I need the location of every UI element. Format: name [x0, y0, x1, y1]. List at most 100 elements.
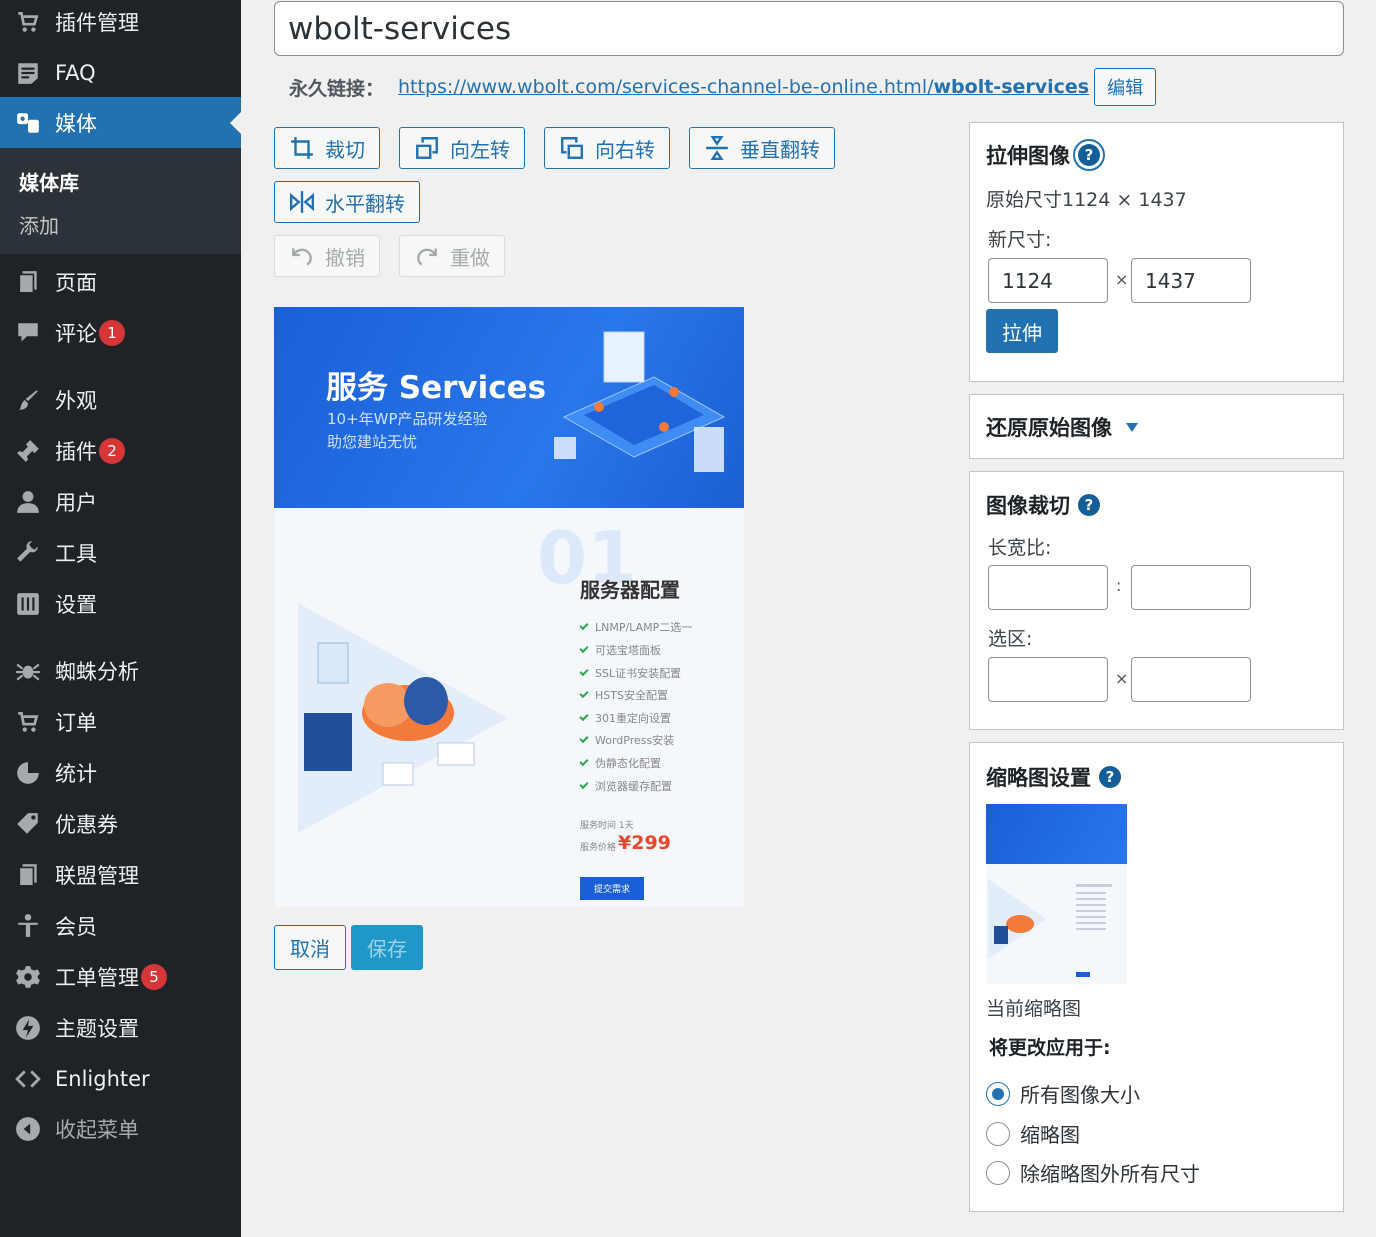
permalink-link[interactable]: https://www.wbolt.com/services-channel-b…: [398, 76, 1089, 98]
thumbnail-illustration: [988, 879, 1112, 977]
radio-button[interactable]: [986, 1121, 1010, 1146]
menu-enlighter[interactable]: Enlighter: [0, 1053, 241, 1104]
gear-icon: [14, 963, 42, 991]
permalink-row: 永久链接： https://www.wbolt.com/services-cha…: [289, 68, 1157, 106]
menu-plugin-management[interactable]: 插件管理: [0, 0, 241, 47]
radio-label: 缩略图: [1020, 1123, 1080, 1147]
help-icon[interactable]: ?: [1078, 494, 1100, 516]
save-button[interactable]: 保存: [351, 925, 423, 970]
menu-plugins[interactable]: 插件 2: [0, 425, 241, 476]
radio-button[interactable]: [986, 1160, 1010, 1185]
radio-label: 除缩略图外所有尺寸: [1020, 1162, 1200, 1186]
menu-label: 会员: [55, 914, 97, 939]
help-icon[interactable]: ?: [1099, 766, 1121, 788]
undo-icon: [292, 248, 312, 266]
cloud-server-illustration: [298, 603, 508, 833]
radio-button-selected[interactable]: [986, 1081, 1010, 1106]
restore-image-panel[interactable]: 还原原始图像: [969, 394, 1344, 459]
cart-icon: [14, 708, 42, 736]
submenu-media-library[interactable]: 媒体库: [19, 167, 79, 196]
preview-banner: 服务 Services 10+年WP产品研发经验 助您建站无忧: [274, 307, 744, 508]
menu-label: 联盟管理: [55, 863, 139, 888]
image-preview[interactable]: 服务 Services 10+年WP产品研发经验 助您建站无忧 01 服务器配置…: [274, 307, 744, 907]
thumbnail-banner: [986, 804, 1127, 864]
menu-label: FAQ: [55, 60, 96, 85]
selection-width-input[interactable]: [988, 657, 1108, 702]
plugin-update-badge: 2: [99, 437, 125, 464]
ticket-count-badge: 5: [141, 963, 167, 990]
image-crop-panel: 图像裁切 ? 长宽比: : 选区: ×: [969, 471, 1344, 730]
new-size-label: 新尺寸:: [988, 229, 1052, 251]
redo-button[interactable]: 重做: [399, 235, 505, 277]
image-crop-title: 图像裁切 ?: [986, 490, 1100, 520]
faq-icon: [14, 59, 42, 87]
rotate-left-button[interactable]: 向左转: [399, 127, 525, 169]
menu-label: 优惠券: [55, 812, 118, 837]
page-icon: [14, 268, 42, 296]
menu-affiliate[interactable]: 联盟管理: [0, 849, 241, 900]
preview-feature: LNMP/LAMP二选一: [579, 619, 692, 635]
selection-height-input[interactable]: [1131, 657, 1251, 702]
menu-pages[interactable]: 页面: [0, 256, 241, 307]
submenu-add-new[interactable]: 添加: [19, 210, 59, 239]
caret-down-icon: [1126, 422, 1138, 432]
menu-tools[interactable]: 工具: [0, 527, 241, 578]
radio-all-sizes[interactable]: 所有图像大小: [986, 1079, 1140, 1108]
preview-heading: 服务器配置: [580, 578, 680, 602]
code-icon: [14, 1065, 42, 1093]
aspect-ratio-width-input[interactable]: [988, 565, 1108, 610]
radio-thumbnail[interactable]: 缩略图: [986, 1119, 1080, 1148]
flip-vertical-button[interactable]: 垂直翻转: [689, 127, 835, 169]
scale-height-input[interactable]: 1437: [1131, 258, 1251, 303]
menu-tickets[interactable]: 工单管理 5: [0, 951, 241, 1002]
redo-label: 重做: [450, 245, 490, 270]
menu-media[interactable]: 媒体: [0, 97, 241, 148]
preview-feature: SSL证书安装配置: [579, 665, 681, 681]
admin-sidebar: 插件管理 FAQ 媒体 媒体库 添加 页面 评论 1 外观 插件 2 用户 工具…: [0, 0, 241, 1237]
menu-collapse[interactable]: 收起菜单: [0, 1103, 241, 1154]
menu-spider-analytics[interactable]: 蜘蛛分析: [0, 645, 241, 696]
menu-members[interactable]: 会员: [0, 900, 241, 951]
rotate-right-label: 向右转: [595, 137, 655, 162]
thumbnail-settings-title: 缩略图设置 ?: [986, 762, 1121, 792]
menu-orders[interactable]: 订单: [0, 696, 241, 747]
post-title-input[interactable]: wbolt-services: [274, 1, 1344, 56]
user-icon: [14, 488, 42, 516]
apply-changes-label: 将更改应用于:: [989, 1037, 1111, 1059]
menu-coupons[interactable]: 优惠券: [0, 798, 241, 849]
current-thumbnail-label: 当前缩略图: [986, 998, 1082, 1020]
flip-horizontal-button[interactable]: 水平翻转: [274, 181, 420, 223]
menu-users[interactable]: 用户: [0, 476, 241, 527]
aspect-ratio-height-input[interactable]: [1131, 565, 1251, 610]
menu-theme-settings[interactable]: 主题设置: [0, 1002, 241, 1053]
thumbnail-content: [986, 864, 1127, 984]
menu-label: 收起菜单: [55, 1117, 139, 1142]
menu-comments[interactable]: 评论 1: [0, 307, 241, 358]
flip-horizontal-icon: [289, 191, 315, 213]
restore-image-title[interactable]: 还原原始图像: [986, 412, 1138, 442]
image-crop-title-text: 图像裁切: [986, 494, 1070, 518]
scale-button[interactable]: 拉伸: [986, 309, 1058, 353]
plugin-icon: [14, 437, 42, 465]
help-icon[interactable]: ?: [1073, 139, 1105, 171]
menu-settings[interactable]: 设置: [0, 578, 241, 629]
undo-button[interactable]: 撤销: [274, 235, 380, 277]
preview-content: 01 服务器配置 LNMP/LAMP二选一 可选宝塔面板 SSL证书安装配置 H…: [274, 508, 744, 907]
radio-all-except-thumbnail[interactable]: 除缩略图外所有尺寸: [986, 1158, 1200, 1187]
menu-faq[interactable]: FAQ: [0, 47, 241, 98]
menu-label: 蜘蛛分析: [55, 659, 139, 684]
scale-image-title-text: 拉伸图像: [986, 144, 1070, 168]
menu-appearance[interactable]: 外观: [0, 374, 241, 425]
rotate-right-button[interactable]: 向右转: [544, 127, 670, 169]
crop-button[interactable]: 裁切: [274, 127, 380, 169]
cancel-button[interactable]: 取消: [274, 925, 346, 970]
spider-icon: [14, 657, 42, 685]
scale-width-input[interactable]: 1124: [988, 258, 1108, 303]
menu-statistics[interactable]: 统计: [0, 747, 241, 798]
edit-slug-button[interactable]: 编辑: [1094, 68, 1157, 106]
cart-icon: [14, 8, 42, 36]
coupon-icon: [14, 810, 42, 838]
chart-pie-icon: [14, 759, 42, 787]
menu-label: 订单: [55, 710, 97, 735]
preview-service-time: 服务时间 1天: [580, 821, 634, 831]
